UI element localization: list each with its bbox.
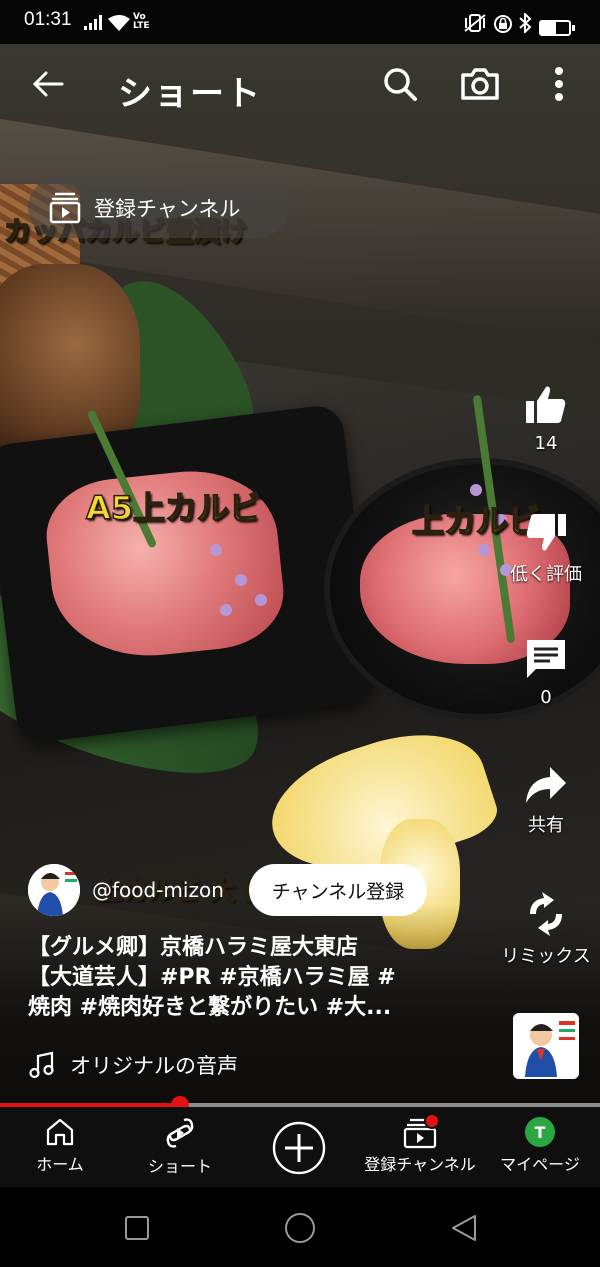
page-title: ショート [118,74,262,114]
nav-home-label: ホーム [36,1155,84,1174]
user-avatar: T [525,1117,555,1147]
wifi-icon [108,14,130,36]
sound-label: オリジナルの音声 [70,1054,238,1078]
create-button[interactable] [272,1121,326,1175]
recents-button[interactable] [124,1215,150,1245]
subscriptions-icon [49,192,81,224]
battery-icon [539,20,571,36]
remix-icon [530,892,562,936]
subscriptions-label: 登録チャンネル [94,197,241,221]
more-vert-icon [555,67,563,101]
subscriptions-shortcut[interactable]: 登録チャンネル [28,178,288,238]
subscribe-button[interactable]: チャンネル登録 [249,864,427,916]
back-arrow-icon [32,71,64,97]
plus-circle-icon [272,1121,326,1175]
like-count: 14 [534,433,558,454]
back-button[interactable] [28,64,68,104]
status-time: 01:31 [24,9,72,30]
thumbs-down-icon [526,514,566,551]
share-label: 共有 [528,815,564,836]
video-description[interactable]: 【グルメ卿】京橋ハラミ屋大東店 【大道芸人】#PR #京橋ハラミ屋 # 焼肉 #… [28,933,478,1023]
bluetooth-icon [518,11,532,37]
channel-avatar[interactable] [28,864,80,916]
triangle-back-icon [452,1215,476,1241]
nav-shorts[interactable]: ショート [120,1117,240,1177]
home-system-button[interactable] [284,1212,316,1248]
share-button[interactable]: 共有 [506,765,586,837]
camera-icon [461,68,499,100]
search-icon [384,68,417,101]
back-system-button[interactable] [450,1213,478,1247]
sound-thumbnail[interactable] [513,1013,579,1079]
remix-button[interactable]: リミックス [498,892,594,968]
comment-icon [527,640,565,678]
circle-icon [285,1213,315,1243]
camera-button[interactable] [457,62,503,106]
signal-icon [84,14,106,30]
nav-my-page-label: マイページ [500,1155,580,1174]
network-type: Vo LTE [133,12,150,31]
like-button[interactable]: 14 [506,383,586,454]
comments-button[interactable]: 0 [506,637,586,708]
more-options-button[interactable] [544,62,574,106]
description-line-1: 【グルメ卿】京橋ハラミ屋大東店 [28,935,359,960]
remix-label: リミックス [501,946,591,967]
share-icon [526,767,566,803]
vibrate-icon [463,14,487,36]
nav-my-page[interactable]: T マイページ [480,1117,600,1175]
nav-home[interactable]: ホーム [0,1117,120,1175]
lock-rotation-icon [493,14,513,38]
music-note-icon [29,1051,54,1079]
description-line-2: 【大道芸人】#PR #京橋ハラミ屋 # [28,965,396,990]
thumbs-up-icon [526,386,566,423]
channel-handle[interactable]: @food-mizon [92,878,224,902]
sound-link[interactable]: オリジナルの音声 [28,1050,238,1080]
dislike-button[interactable]: 低く評価 [506,510,586,586]
nav-shorts-label: ショート [147,1157,212,1176]
status-bar: 01:31 Vo LTE [0,0,600,44]
description-line-3: 焼肉 #焼肉好きと繋がりたい #大... [28,995,392,1020]
notification-dot [424,1113,440,1129]
overlay-caption-a5: A5上カルビ [85,488,262,528]
comment-count: 0 [540,687,552,708]
shorts-icon [166,1118,194,1148]
channel-mascot-icon [28,864,80,916]
search-button[interactable] [378,62,422,106]
nav-subscriptions[interactable]: 登録チャンネル [360,1113,480,1175]
channel-mascot-icon [513,1013,579,1079]
dislike-label: 低く評価 [510,564,582,585]
nav-subscriptions-label: 登録チャンネル [364,1155,476,1174]
square-icon [125,1216,149,1240]
home-icon [46,1118,74,1146]
